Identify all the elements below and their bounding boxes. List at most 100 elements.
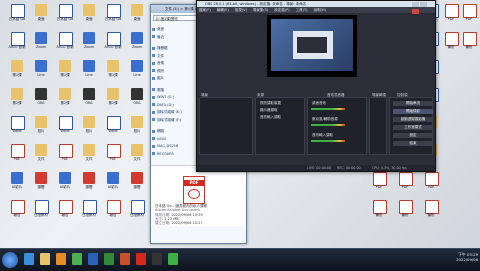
menu-item[interactable]: 編輯(E) — [217, 8, 229, 12]
maximize-button[interactable] — [420, 1, 428, 7]
desktop-icon[interactable]: Word — [6, 116, 28, 138]
desktop-icon[interactable]: 日語教材 — [126, 200, 148, 222]
source-item[interactable]: 音訊輸入擷取 — [260, 115, 281, 120]
audio-mixer-panel[interactable]: 桌面音效 麥克風/輔助音源 音訊輸入擷取 — [307, 97, 367, 155]
desktop-icon[interactable]: PDF — [102, 144, 124, 166]
desktop-icon[interactable]: 日語教材 — [30, 200, 52, 222]
desktop-icon[interactable]: 桌面 — [126, 4, 148, 26]
desktop-icon[interactable]: AIGO 音樂 — [6, 32, 28, 54]
desktop-icon[interactable]: 備份 — [458, 32, 480, 54]
control-button[interactable]: 設定 — [393, 133, 433, 138]
menu-item[interactable]: 場景集(S) — [253, 8, 268, 12]
desktop-icon[interactable]: Zoom — [126, 32, 148, 54]
desktop-icon[interactable]: 備份 — [368, 200, 390, 222]
desktop-icon[interactable]: 第2課 — [102, 88, 124, 110]
desktop-icon[interactable]: 文件 — [30, 144, 52, 166]
obs-window[interactable]: OBS 28.0.1 (64-bit, windows) - 設定檔: 未命名 … — [196, 0, 436, 172]
desktop-icon[interactable]: 備份 — [394, 200, 416, 222]
ppt-icon[interactable] — [120, 253, 130, 265]
nav-item[interactable]: 網路 — [152, 129, 164, 134]
nav-item[interactable]: 卸除式磁碟 (F:) — [151, 118, 181, 123]
close-button[interactable] — [412, 9, 419, 14]
control-button[interactable]: 開始錄影 — [393, 109, 433, 114]
control-button[interactable]: 工作室模式 — [393, 125, 433, 130]
desktop-icon[interactable]: 媒體 — [30, 172, 52, 194]
volume-meter[interactable] — [311, 140, 345, 142]
source-item[interactable]: 視訊擷取裝置 — [260, 101, 281, 106]
desktop-icon[interactable]: 第1課 — [54, 60, 76, 82]
minimize-button[interactable] — [412, 1, 419, 7]
control-button[interactable]: 開始串流 — [393, 101, 433, 106]
desktop-icon[interactable]: PDF — [368, 172, 390, 194]
desktop-icon[interactable]: 日本語 Go — [102, 4, 124, 26]
desktop-icon[interactable]: AI影片 — [6, 172, 28, 194]
control-button[interactable]: 啟動虛擬攝影機 — [393, 117, 433, 122]
desktop-icon[interactable]: 第1課 — [102, 60, 124, 82]
menu-item[interactable]: 說明(H) — [314, 8, 326, 12]
ie-icon[interactable] — [24, 253, 34, 265]
desktop-icon[interactable]: PDF — [6, 144, 28, 166]
nav-item[interactable]: 桌面 — [152, 27, 164, 32]
desktop-icon[interactable]: 媒體 — [78, 172, 100, 194]
desktop-icon[interactable]: 文件 — [78, 144, 100, 166]
desktop-icon[interactable]: 報告 — [102, 200, 124, 222]
desktop-icon[interactable]: 日本語 Go — [6, 4, 28, 26]
obs-preview-canvas[interactable] — [267, 15, 357, 77]
nav-item[interactable]: RECOVER — [152, 152, 174, 156]
desktop-icon[interactable]: 相片 — [126, 116, 148, 138]
desktop-icon[interactable]: Zoom — [30, 32, 52, 54]
desktop-icon[interactable]: OBS — [30, 88, 52, 110]
desktop-icon[interactable]: 備份 — [420, 200, 442, 222]
desktop-icon[interactable]: 報告 — [54, 200, 76, 222]
desktop-icon[interactable]: 相片 — [78, 116, 100, 138]
desktop-icon[interactable]: 第2課 — [6, 88, 28, 110]
menu-item[interactable]: 工具(T) — [296, 8, 308, 12]
desktop-icon[interactable]: AIGO 音樂 — [54, 32, 76, 54]
desktop-icon[interactable]: 桌面 — [30, 4, 52, 26]
word-icon[interactable] — [88, 253, 98, 265]
line-icon[interactable] — [168, 253, 178, 265]
desktop-icon[interactable]: AI影片 — [102, 172, 124, 194]
scene-transitions-panel[interactable] — [369, 97, 387, 155]
desktop-icon[interactable]: 媒體 — [126, 172, 148, 194]
start-button[interactable] — [2, 252, 18, 268]
desktop-icon[interactable]: 報告 — [6, 200, 28, 222]
nav-item[interactable]: 音樂 — [152, 61, 164, 66]
desktop-icon[interactable]: 日語教材 — [78, 200, 100, 222]
chrome-icon[interactable] — [72, 253, 82, 265]
desktop-icon[interactable]: 日本語 Go — [54, 4, 76, 26]
scenes-panel[interactable] — [199, 97, 253, 155]
media-icon[interactable] — [56, 253, 66, 265]
desktop-icon[interactable]: 桌面 — [78, 4, 100, 26]
explorer-icon[interactable] — [40, 253, 50, 265]
desktop-icon[interactable]: Line — [78, 60, 100, 82]
menu-item[interactable]: 檔案(F) — [199, 8, 211, 12]
desktop-icon[interactable]: PDF — [458, 4, 480, 26]
menu-item[interactable]: 設定檔(P) — [274, 8, 289, 12]
menu-item[interactable]: 檢視(V) — [235, 8, 247, 12]
desktop-icon[interactable]: Line — [30, 60, 52, 82]
obs-icon[interactable] — [152, 253, 162, 265]
desktop-icon[interactable]: Zoom — [78, 32, 100, 54]
nav-item[interactable]: 媒體櫃 — [152, 46, 168, 51]
desktop-icon[interactable]: PDF — [394, 172, 416, 194]
desktop-icon[interactable]: Word — [102, 116, 124, 138]
nav-item[interactable]: 卸除式磁碟 (E:) — [152, 110, 182, 115]
nav-item[interactable]: 最近 — [152, 35, 164, 40]
desktop-icon[interactable]: PDF — [420, 172, 442, 194]
nav-item[interactable]: 電腦 — [152, 88, 164, 93]
desktop-icon[interactable]: 相片 — [30, 116, 52, 138]
source-item[interactable]: 顯示器擷取 — [260, 108, 278, 113]
nav-item[interactable]: DATA (D:) — [152, 103, 174, 107]
nav-item[interactable]: 視訊 — [152, 69, 164, 74]
desktop-icon[interactable]: Word — [54, 116, 76, 138]
nav-item[interactable]: 圖片 — [152, 76, 164, 81]
desktop-icon[interactable]: AIGO 音樂 — [102, 32, 124, 54]
desktop-icon[interactable]: OBS — [126, 88, 148, 110]
nav-item[interactable]: ASUS — [151, 137, 166, 141]
desktop-icon[interactable]: 第1課 — [6, 60, 28, 82]
desktop-icon[interactable]: 第2課 — [54, 88, 76, 110]
desktop-icon[interactable]: 文件 — [126, 144, 148, 166]
desktop-icon[interactable]: AI影片 — [54, 172, 76, 194]
desktop-icon[interactable]: PDF — [54, 144, 76, 166]
